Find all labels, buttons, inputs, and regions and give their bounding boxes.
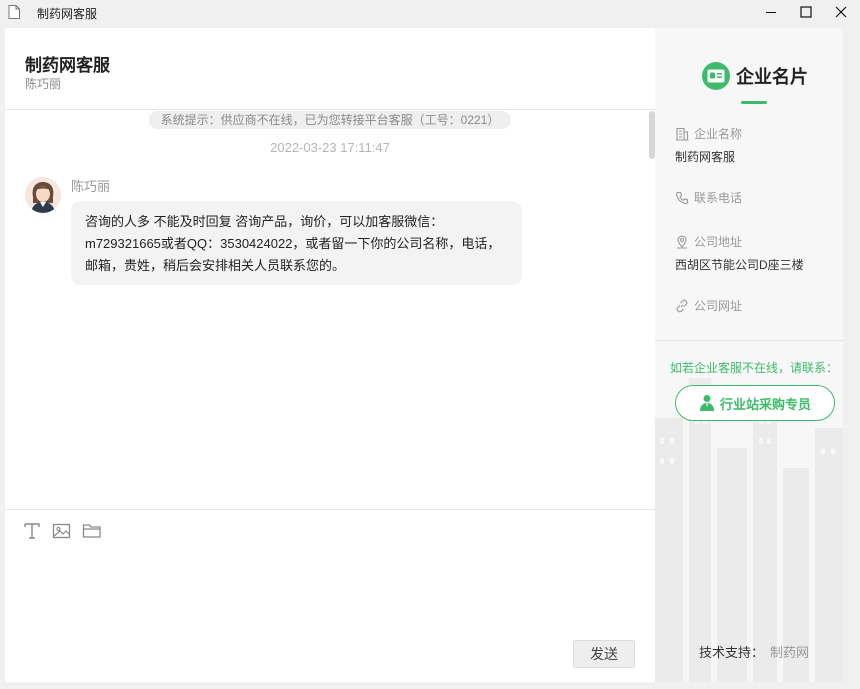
location-icon [677, 235, 687, 248]
chat-title: 制药网客服 [25, 56, 110, 75]
document-icon [8, 5, 20, 19]
website-field: 公司网址 [675, 297, 742, 314]
person-icon [699, 395, 714, 411]
building-icon [676, 127, 689, 141]
website-label: 公司网址 [694, 299, 743, 313]
close-button[interactable] [822, 0, 860, 24]
message-timestamp: 2022-03-23 17:11:47 [270, 140, 390, 155]
purchase-specialist-button[interactable]: 行业站采购专员 [675, 385, 835, 421]
maximize-button[interactable] [787, 0, 825, 24]
card-title: 企业名片 [736, 67, 808, 87]
card-header: 企业名片 [702, 62, 808, 90]
folder-icon[interactable] [82, 522, 102, 540]
business-card-icon [702, 62, 730, 90]
text-format-icon[interactable] [22, 522, 42, 540]
window-right-edge [843, 28, 860, 682]
phone-field: 联系电话 [675, 189, 742, 206]
window-bottom-edge [0, 682, 860, 689]
tech-support-link[interactable]: 制药网 [770, 645, 809, 660]
address-label: 公司地址 [694, 235, 743, 249]
agent-name: 陈巧丽 [25, 77, 62, 91]
message-bubble: 咨询的人多 不能及时回复 咨询产品，询价，可以加客服微信：m729321665或… [71, 201, 522, 285]
tech-support-label: 技术支持： [699, 645, 765, 660]
image-icon[interactable] [52, 522, 72, 540]
input-area[interactable]: 发送 [5, 509, 655, 682]
minimize-button[interactable] [752, 0, 790, 24]
business-card-panel: 企业名片 企业名称 制药网客服 联系电话 公司地址 西胡区节能公司D座三楼 公司… [655, 28, 843, 682]
minimize-icon [766, 12, 776, 13]
chat-header: 制药网客服 陈巧丽 [5, 28, 655, 110]
message-sender: 陈巧丽 [71, 179, 111, 194]
close-icon [835, 6, 847, 18]
card-title-underline [741, 101, 767, 104]
tech-support: 技术支持： 制药网 [699, 642, 809, 661]
send-button[interactable]: 发送 [573, 640, 635, 668]
company-name-field: 企业名称 制药网客服 [675, 125, 742, 165]
offline-tip: 如若企业客服不在线，请联系： [670, 361, 839, 375]
card-divider [655, 340, 843, 341]
avatar [25, 177, 61, 213]
link-icon [676, 299, 688, 312]
address-value: 西胡区节能公司D座三楼 [675, 258, 804, 272]
maximize-icon [800, 6, 812, 18]
title-bar: 制药网客服 [0, 0, 860, 24]
company-name-label: 企业名称 [694, 127, 743, 141]
chat-panel: 制药网客服 陈巧丽 系统提示：供应商不在线，已为您转接平台客服（工号：0221）… [5, 28, 655, 682]
agent-avatar-icon [25, 177, 61, 213]
company-name-value: 制药网客服 [675, 150, 736, 164]
window-title: 制药网客服 [37, 7, 98, 21]
phone-label: 联系电话 [694, 191, 743, 205]
phone-icon [675, 191, 689, 204]
purchase-specialist-label: 行业站采购专员 [719, 396, 811, 412]
system-tip: 系统提示：供应商不在线，已为您转接平台客服（工号：0221） [149, 111, 511, 129]
message-list[interactable]: 系统提示：供应商不在线，已为您转接平台客服（工号：0221） 2022-03-2… [5, 111, 655, 509]
address-field: 公司地址 西胡区节能公司D座三楼 [675, 233, 804, 273]
